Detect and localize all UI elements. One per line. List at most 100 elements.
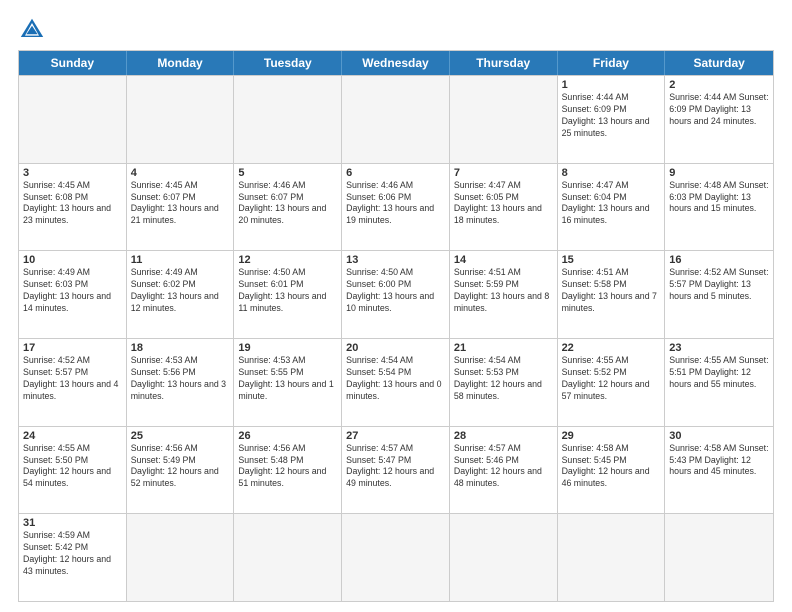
day-info: Sunrise: 4:47 AM Sunset: 6:04 PM Dayligh… [562, 180, 661, 228]
day-number: 29 [562, 430, 661, 442]
day-number: 18 [131, 342, 230, 354]
day-info: Sunrise: 4:59 AM Sunset: 5:42 PM Dayligh… [23, 530, 122, 578]
day-number: 16 [669, 254, 769, 266]
day-info: Sunrise: 4:48 AM Sunset: 6:03 PM Dayligh… [669, 180, 769, 216]
calendar-day-1: 1Sunrise: 4:44 AM Sunset: 6:09 PM Daylig… [558, 76, 666, 163]
day-number: 10 [23, 254, 122, 266]
day-number: 7 [454, 167, 553, 179]
day-info: Sunrise: 4:58 AM Sunset: 5:43 PM Dayligh… [669, 443, 769, 479]
day-number: 19 [238, 342, 337, 354]
day-number: 6 [346, 167, 445, 179]
day-number: 2 [669, 79, 769, 91]
day-number: 12 [238, 254, 337, 266]
calendar-day-14: 14Sunrise: 4:51 AM Sunset: 5:59 PM Dayli… [450, 251, 558, 338]
day-number: 13 [346, 254, 445, 266]
weekday-header-monday: Monday [127, 51, 235, 75]
day-info: Sunrise: 4:45 AM Sunset: 6:08 PM Dayligh… [23, 180, 122, 228]
day-number: 4 [131, 167, 230, 179]
day-info: Sunrise: 4:52 AM Sunset: 5:57 PM Dayligh… [669, 267, 769, 303]
day-info: Sunrise: 4:52 AM Sunset: 5:57 PM Dayligh… [23, 355, 122, 403]
day-info: Sunrise: 4:44 AM Sunset: 6:09 PM Dayligh… [669, 92, 769, 128]
day-info: Sunrise: 4:45 AM Sunset: 6:07 PM Dayligh… [131, 180, 230, 228]
day-number: 1 [562, 79, 661, 91]
day-info: Sunrise: 4:49 AM Sunset: 6:02 PM Dayligh… [131, 267, 230, 315]
calendar-empty-cell [342, 76, 450, 163]
calendar-empty-cell [234, 76, 342, 163]
calendar-empty-cell [558, 514, 666, 601]
calendar-day-17: 17Sunrise: 4:52 AM Sunset: 5:57 PM Dayli… [19, 339, 127, 426]
calendar-empty-cell [450, 76, 558, 163]
day-info: Sunrise: 4:56 AM Sunset: 5:48 PM Dayligh… [238, 443, 337, 491]
day-info: Sunrise: 4:50 AM Sunset: 6:01 PM Dayligh… [238, 267, 337, 315]
calendar-day-9: 9Sunrise: 4:48 AM Sunset: 6:03 PM Daylig… [665, 164, 773, 251]
day-number: 9 [669, 167, 769, 179]
day-info: Sunrise: 4:51 AM Sunset: 5:59 PM Dayligh… [454, 267, 553, 315]
day-number: 22 [562, 342, 661, 354]
calendar-day-11: 11Sunrise: 4:49 AM Sunset: 6:02 PM Dayli… [127, 251, 235, 338]
day-number: 20 [346, 342, 445, 354]
calendar-day-21: 21Sunrise: 4:54 AM Sunset: 5:53 PM Dayli… [450, 339, 558, 426]
calendar-day-3: 3Sunrise: 4:45 AM Sunset: 6:08 PM Daylig… [19, 164, 127, 251]
header [18, 16, 774, 44]
weekday-header-thursday: Thursday [450, 51, 558, 75]
calendar-day-27: 27Sunrise: 4:57 AM Sunset: 5:47 PM Dayli… [342, 427, 450, 514]
calendar-row-5: 31Sunrise: 4:59 AM Sunset: 5:42 PM Dayli… [19, 513, 773, 601]
day-info: Sunrise: 4:55 AM Sunset: 5:50 PM Dayligh… [23, 443, 122, 491]
day-number: 27 [346, 430, 445, 442]
day-info: Sunrise: 4:53 AM Sunset: 5:56 PM Dayligh… [131, 355, 230, 403]
day-info: Sunrise: 4:44 AM Sunset: 6:09 PM Dayligh… [562, 92, 661, 140]
calendar-day-8: 8Sunrise: 4:47 AM Sunset: 6:04 PM Daylig… [558, 164, 666, 251]
day-info: Sunrise: 4:51 AM Sunset: 5:58 PM Dayligh… [562, 267, 661, 315]
day-number: 26 [238, 430, 337, 442]
day-info: Sunrise: 4:55 AM Sunset: 5:51 PM Dayligh… [669, 355, 769, 391]
calendar-row-1: 3Sunrise: 4:45 AM Sunset: 6:08 PM Daylig… [19, 163, 773, 251]
calendar-day-15: 15Sunrise: 4:51 AM Sunset: 5:58 PM Dayli… [558, 251, 666, 338]
day-number: 24 [23, 430, 122, 442]
day-info: Sunrise: 4:54 AM Sunset: 5:54 PM Dayligh… [346, 355, 445, 403]
day-number: 3 [23, 167, 122, 179]
calendar-day-16: 16Sunrise: 4:52 AM Sunset: 5:57 PM Dayli… [665, 251, 773, 338]
calendar-day-23: 23Sunrise: 4:55 AM Sunset: 5:51 PM Dayli… [665, 339, 773, 426]
calendar-day-30: 30Sunrise: 4:58 AM Sunset: 5:43 PM Dayli… [665, 427, 773, 514]
calendar-day-20: 20Sunrise: 4:54 AM Sunset: 5:54 PM Dayli… [342, 339, 450, 426]
day-number: 14 [454, 254, 553, 266]
calendar-day-31: 31Sunrise: 4:59 AM Sunset: 5:42 PM Dayli… [19, 514, 127, 601]
day-number: 5 [238, 167, 337, 179]
day-info: Sunrise: 4:55 AM Sunset: 5:52 PM Dayligh… [562, 355, 661, 403]
day-number: 30 [669, 430, 769, 442]
day-info: Sunrise: 4:56 AM Sunset: 5:49 PM Dayligh… [131, 443, 230, 491]
calendar-empty-cell [127, 514, 235, 601]
calendar-body: 1Sunrise: 4:44 AM Sunset: 6:09 PM Daylig… [19, 75, 773, 601]
calendar: SundayMondayTuesdayWednesdayThursdayFrid… [18, 50, 774, 602]
weekday-header-wednesday: Wednesday [342, 51, 450, 75]
day-info: Sunrise: 4:46 AM Sunset: 6:07 PM Dayligh… [238, 180, 337, 228]
calendar-row-3: 17Sunrise: 4:52 AM Sunset: 5:57 PM Dayli… [19, 338, 773, 426]
calendar-day-7: 7Sunrise: 4:47 AM Sunset: 6:05 PM Daylig… [450, 164, 558, 251]
day-number: 31 [23, 517, 122, 529]
day-info: Sunrise: 4:57 AM Sunset: 5:47 PM Dayligh… [346, 443, 445, 491]
calendar-day-2: 2Sunrise: 4:44 AM Sunset: 6:09 PM Daylig… [665, 76, 773, 163]
weekday-header-tuesday: Tuesday [234, 51, 342, 75]
calendar-day-5: 5Sunrise: 4:46 AM Sunset: 6:07 PM Daylig… [234, 164, 342, 251]
day-number: 21 [454, 342, 553, 354]
calendar-empty-cell [19, 76, 127, 163]
calendar-empty-cell [234, 514, 342, 601]
weekday-header-saturday: Saturday [665, 51, 773, 75]
day-number: 28 [454, 430, 553, 442]
calendar-empty-cell [342, 514, 450, 601]
day-number: 11 [131, 254, 230, 266]
day-number: 8 [562, 167, 661, 179]
logo [18, 16, 50, 44]
calendar-row-2: 10Sunrise: 4:49 AM Sunset: 6:03 PM Dayli… [19, 250, 773, 338]
calendar-row-0: 1Sunrise: 4:44 AM Sunset: 6:09 PM Daylig… [19, 75, 773, 163]
calendar-row-4: 24Sunrise: 4:55 AM Sunset: 5:50 PM Dayli… [19, 426, 773, 514]
calendar-day-19: 19Sunrise: 4:53 AM Sunset: 5:55 PM Dayli… [234, 339, 342, 426]
day-number: 15 [562, 254, 661, 266]
day-number: 25 [131, 430, 230, 442]
calendar-empty-cell [450, 514, 558, 601]
day-info: Sunrise: 4:47 AM Sunset: 6:05 PM Dayligh… [454, 180, 553, 228]
calendar-day-12: 12Sunrise: 4:50 AM Sunset: 6:01 PM Dayli… [234, 251, 342, 338]
day-info: Sunrise: 4:49 AM Sunset: 6:03 PM Dayligh… [23, 267, 122, 315]
calendar-day-26: 26Sunrise: 4:56 AM Sunset: 5:48 PM Dayli… [234, 427, 342, 514]
calendar-day-10: 10Sunrise: 4:49 AM Sunset: 6:03 PM Dayli… [19, 251, 127, 338]
